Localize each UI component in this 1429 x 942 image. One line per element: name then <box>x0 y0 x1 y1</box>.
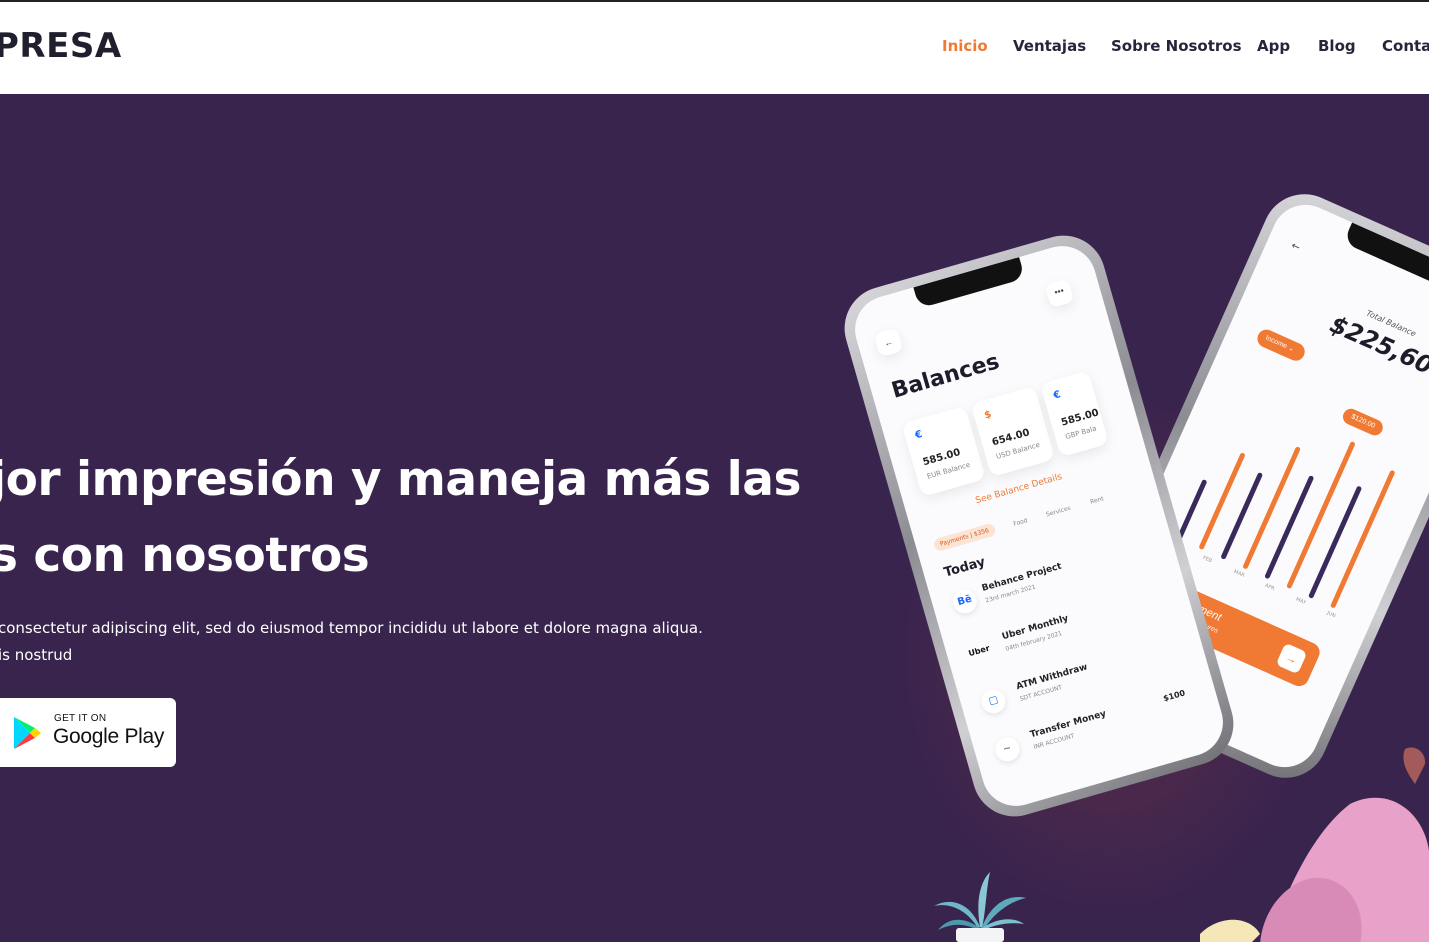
chart-bar <box>1176 478 1208 541</box>
hero-paragraph-line-1: consectetur adipiscing elit, sed do eius… <box>0 619 703 637</box>
balance-card-usd[interactable]: $ 654.00 USD Balance <box>970 385 1056 478</box>
chart-bar <box>1198 452 1246 551</box>
chart-bar <box>1264 475 1315 580</box>
behance-icon: Bē <box>950 586 980 617</box>
more-options-icon[interactable]: ••• <box>1044 278 1075 309</box>
filter-payments[interactable]: Payments | $356 <box>932 522 997 553</box>
arrow-right-icon[interactable]: → <box>1275 642 1308 675</box>
nav-item-ventajas[interactable]: Ventajas <box>1013 37 1086 55</box>
hero-heading-line-1: jor impresión y maneja más las <box>0 452 801 507</box>
filter-services[interactable]: Services <box>1045 505 1071 519</box>
nav-item-sobre-nosotros[interactable]: Sobre Nosotros <box>1111 37 1242 55</box>
google-play-button[interactable]: GET IT ON Google Play <box>0 698 176 767</box>
back-arrow-icon: ← <box>1289 240 1302 254</box>
nav-item-inicio[interactable]: Inicio <box>942 37 988 55</box>
income-dropdown[interactable]: Income ⌄ <box>1254 326 1308 364</box>
hero-section: jor impresión y maneja más las s con nos… <box>0 94 1429 942</box>
nav-item-app[interactable]: App <box>1257 37 1290 55</box>
atm-icon: ▢ <box>978 686 1009 717</box>
income-dropdown-label: Income <box>1264 334 1289 351</box>
google-play-label: Google Play <box>53 725 165 748</box>
person-illustration <box>1200 747 1429 942</box>
euro-icon: € <box>1052 389 1063 402</box>
chart-month-label: JUN <box>1325 610 1337 620</box>
filter-food[interactable]: Food <box>1013 517 1029 528</box>
uber-icon: Uber <box>967 643 991 659</box>
phone-balances-screen: ← ••• Balances € 585.00 EUR Balance $ 65… <box>847 238 1231 814</box>
phone-notch <box>913 257 1026 309</box>
see-balance-details-link[interactable]: See Balance Details <box>974 472 1063 506</box>
main-nav: Inicio Ventajas Sobre Nosotros App Blog … <box>0 37 1429 61</box>
back-arrow-icon[interactable]: ← <box>873 327 904 358</box>
chart-month-label: MAR <box>1232 568 1246 579</box>
nav-item-contacto[interactable]: Conta <box>1382 37 1429 55</box>
balances-title: Balances <box>888 349 1003 404</box>
balance-label: GBP Bala <box>1064 424 1098 442</box>
bar-chart <box>1166 378 1427 619</box>
site-header: PRESA Inicio Ventajas Sobre Nosotros App… <box>0 2 1429 94</box>
today-heading: Today <box>942 554 988 581</box>
dollar-icon: $ <box>983 409 993 422</box>
balance-card-eur[interactable]: € 585.00 EUR Balance <box>901 405 986 497</box>
filter-rent[interactable]: Rent <box>1090 495 1105 506</box>
chart-month-label: MAY <box>1294 596 1307 607</box>
chart-bar <box>1242 446 1301 570</box>
transaction-amount: $100 <box>1162 688 1187 704</box>
euro-icon: € <box>913 428 924 442</box>
chart-bar <box>1308 485 1363 599</box>
google-play-icon <box>14 717 41 749</box>
chart-month-label: APR <box>1263 582 1276 593</box>
nav-item-blog[interactable]: Blog <box>1318 37 1356 55</box>
google-play-caption: GET IT ON <box>54 713 107 724</box>
hero-heading-line-2: s con nosotros <box>0 528 370 583</box>
transfer-icon: ~ <box>992 734 1023 765</box>
plant-illustration <box>934 872 1026 942</box>
chart-month-label: FEB <box>1201 554 1213 565</box>
phone-notch <box>1343 222 1429 288</box>
chart-bar <box>1329 469 1396 609</box>
hero-paragraph-line-2: is nostrud <box>0 646 73 664</box>
